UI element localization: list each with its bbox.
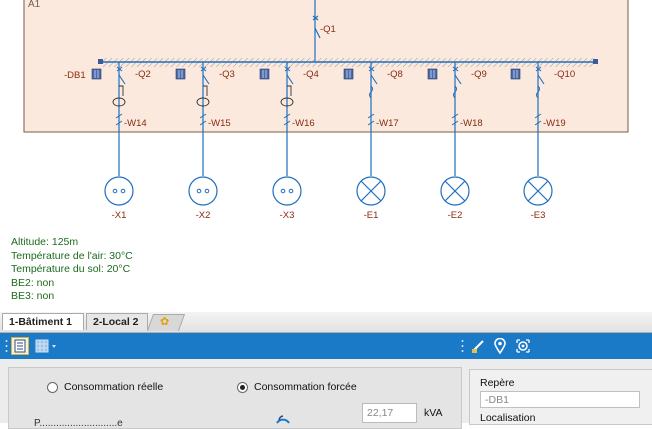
target-button[interactable] — [513, 337, 533, 355]
radio-forced-consumption[interactable]: Consommation forcée — [237, 381, 357, 393]
grid-dropdown-icon — [35, 339, 56, 353]
load-socket-icon[interactable] — [272, 176, 302, 206]
cable-label: -W15 — [208, 118, 231, 129]
radio-real-label: Consommation réelle — [64, 381, 164, 393]
load-label: -E1 — [364, 210, 379, 221]
properties-button[interactable] — [11, 337, 29, 355]
breaker-label: -Q3 — [219, 69, 235, 80]
radio-forced-indicator[interactable] — [237, 381, 248, 393]
power-label: P............................e — [34, 418, 123, 429]
busbar-end-right — [593, 59, 598, 64]
target-icon — [516, 339, 530, 353]
feeder-meter-icon[interactable] — [91, 68, 102, 80]
grid-dropdown-button[interactable] — [35, 337, 59, 355]
radio-real-indicator[interactable] — [47, 381, 58, 393]
busbar-label: -DB1 — [64, 70, 86, 81]
cable-label: -W16 — [292, 118, 315, 129]
load-label: -E2 — [448, 210, 463, 221]
add-tab-icon: ✿ — [160, 316, 170, 328]
location-pin-icon — [494, 338, 506, 354]
busbar-end-left — [98, 59, 103, 64]
cable-label: -W17 — [376, 118, 399, 129]
feeder-meter-icon[interactable] — [343, 68, 354, 80]
sheet-tabs: 1-Bâtiment 1 2-Local 2 ✿ — [0, 312, 652, 333]
repere-label: Repère — [480, 377, 515, 389]
localisation-label: Localisation — [480, 412, 536, 424]
cable-label: -W19 — [543, 118, 566, 129]
toolbar-grip-right[interactable] — [458, 337, 466, 355]
feeder-meter-icon[interactable] — [510, 68, 521, 80]
load-label: -X2 — [196, 210, 211, 221]
main-breaker-label: -Q1 — [320, 24, 336, 35]
breaker-label: -Q2 — [135, 69, 151, 80]
cable-label: -W14 — [124, 118, 147, 129]
frame-label: A1 — [28, 0, 41, 10]
forced-value-input[interactable]: 22,17 — [362, 403, 417, 423]
load-label: -E3 — [531, 210, 546, 221]
radio-real-consumption[interactable]: Consommation réelle — [47, 381, 163, 393]
value-unit: kVA — [424, 407, 443, 419]
properties-toolbar — [0, 333, 652, 359]
brush-button[interactable] — [468, 337, 488, 355]
radio-forced-label: Consommation forcée — [254, 381, 357, 393]
load-label: -X1 — [112, 210, 127, 221]
identification-panel: Repère -DB1 Localisation — [469, 369, 652, 425]
breaker-label: -Q4 — [303, 69, 319, 80]
site-conditions: Altitude: 125m Température de l'air: 30°… — [11, 236, 133, 304]
properties-icon — [14, 339, 26, 353]
info-line: BE3: non — [11, 290, 55, 303]
cable-label: -W18 — [460, 118, 483, 129]
tab-batiment-1[interactable]: 1-Bâtiment 1 — [2, 313, 84, 330]
location-button[interactable] — [490, 337, 510, 355]
info-line: Température de l'air: 30°C — [11, 249, 133, 262]
feeder-meter-icon[interactable] — [175, 68, 186, 80]
load-socket-icon[interactable] — [188, 176, 218, 206]
refresh-icon[interactable] — [272, 410, 294, 424]
info-line: Altitude: 125m — [11, 236, 79, 248]
load-socket-icon[interactable] — [104, 176, 134, 206]
breaker-label: -Q8 — [387, 69, 403, 80]
info-line: Température du sol: 20°C — [11, 263, 131, 276]
brush-icon — [472, 340, 484, 353]
breaker-label: -Q10 — [554, 69, 575, 80]
feeder-meter-icon[interactable] — [427, 68, 438, 80]
tab-local-2[interactable]: 2-Local 2 — [86, 313, 148, 330]
info-line: BE2: non — [11, 276, 55, 289]
feeder-meter-icon[interactable] — [259, 68, 270, 80]
breaker-label: -Q9 — [471, 69, 487, 80]
repere-input[interactable]: -DB1 — [480, 391, 640, 408]
load-label: -X3 — [280, 210, 295, 221]
toolbar-grip[interactable] — [2, 337, 10, 355]
